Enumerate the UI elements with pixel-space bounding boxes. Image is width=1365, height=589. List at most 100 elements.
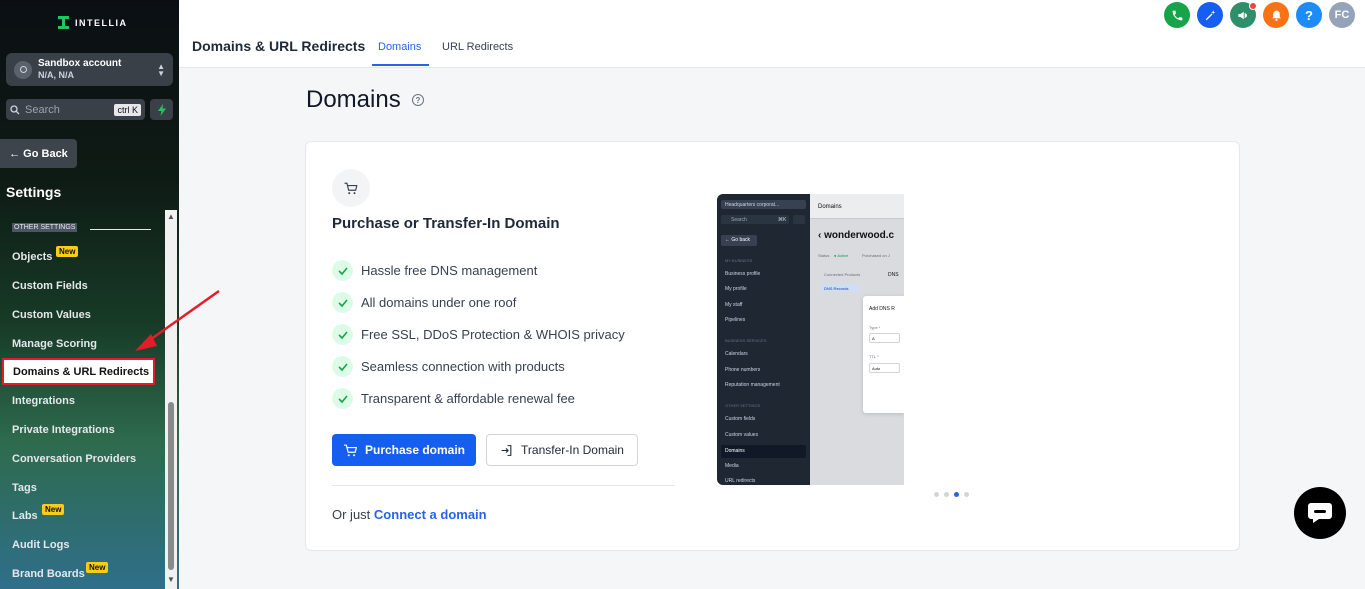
brand-name: INTELLIA [75,17,128,28]
cart-icon [332,169,370,207]
section-divider [90,229,151,230]
ai-assist-button[interactable] [1197,2,1223,28]
scrollbar-thumb[interactable] [168,402,174,570]
header-actions: ? FC [1164,2,1355,28]
scroll-up-icon[interactable]: ▲ [167,212,175,221]
brand-logo[interactable]: INTELLIA [58,16,128,29]
feature-preview-image: Headquarters corporat... Search ⌘K ← Go … [717,194,904,485]
sidebar-search[interactable]: Search ctrl K [6,99,145,120]
chevron-updown-icon: ▲ ▼ [157,61,165,78]
sidebar-item-conversation-providers[interactable]: Conversation Providers [12,453,136,465]
preview-type-label: Type * [869,325,881,330]
preview-go-back: ← Go back [725,237,751,243]
sign-in-icon [501,444,512,456]
phone-button[interactable] [1164,2,1190,28]
purchase-domain-label: Purchase domain [364,443,466,457]
feature-item: Seamless connection with products [332,356,565,377]
sidebar-item-custom-values[interactable]: Custom Values [12,309,91,321]
carousel-dot[interactable] [934,492,939,497]
scroll-down-icon[interactable]: ▼ [167,575,175,584]
account-switcher[interactable]: Sandbox account N/A, N/A ▲ ▼ [6,53,173,86]
preview-section: BUSINESS SERVICES [725,338,767,343]
sidebar-item-label: Manage Scoring [12,338,97,350]
account-sub: N/A, N/A [38,70,74,80]
card-divider [332,485,675,486]
new-badge: New [86,562,109,573]
sidebar-item-labs[interactable]: Labs [12,510,38,522]
connect-domain-text: Or just Connect a domain [332,507,487,522]
section-label-other-settings: OTHER SETTINGS [12,223,78,232]
preview-item: Domains [725,448,745,454]
help-icon: ? [1305,7,1313,23]
quick-action-button[interactable] [150,99,173,120]
feature-label: Transparent & affordable renewal fee [361,391,575,406]
avatar-initials: FC [1334,9,1350,21]
sidebar-item-label: Audit Logs [12,539,70,551]
page-title: Domains [306,86,401,113]
lightning-icon [157,103,166,116]
announcements-button[interactable] [1230,2,1257,28]
tab-domains[interactable]: Domains [378,41,421,53]
carousel-dot-active[interactable] [954,492,959,497]
transfer-in-domain-button[interactable]: Transfer-In Domain [486,434,638,466]
page-header-title: Domains & URL Redirects [192,38,366,54]
sidebar-item-private-integrations[interactable]: Private Integrations [12,424,115,436]
help-button[interactable]: ? [1296,2,1322,28]
account-name: Sandbox account [38,58,122,69]
bell-icon [1271,10,1281,21]
check-icon [332,356,353,377]
sidebar-item-integrations[interactable]: Integrations [12,395,75,407]
magic-wand-icon [1205,9,1215,20]
preview-main: Domains ‹ wonderwood.c Status ● Active P… [810,194,904,485]
check-icon [332,388,353,409]
sidebar-item-label: Custom Values [12,309,91,321]
chat-widget-button[interactable] [1294,487,1346,539]
sidebar-item-audit-logs[interactable]: Audit Logs [12,539,69,551]
question-circle-icon[interactable]: ? [412,94,424,106]
cart-icon [343,444,357,456]
preview-modal-title: Add DNS R [869,306,895,312]
go-back-button[interactable]: ← Go Back [0,139,77,168]
tab-url-redirects[interactable]: URL Redirects [442,41,513,53]
sidebar-item-label: Conversation Providers [12,453,137,465]
chat-bubble-icon [1308,503,1332,523]
sidebar-scrollbar[interactable]: ▲ ▼ [165,210,177,589]
preview-ttl-label: TTL * [869,354,879,359]
sidebar-item-brand-boards[interactable]: Brand Boards [12,568,85,580]
sidebar-item-custom-fields[interactable]: Custom Fields [12,280,88,292]
purchase-domain-button[interactable]: Purchase domain [332,434,476,466]
feature-label: Free SSL, DDoS Protection & WHOIS privac… [361,327,625,342]
preview-item: Custom values [725,432,759,438]
sidebar-item-label: Objects [12,251,53,263]
sidebar-item-objects[interactable]: Objects [12,251,52,263]
arrow-left-icon: ← [9,147,21,160]
carousel-dots [934,492,969,497]
avatar[interactable]: FC [1329,2,1355,28]
sidebar-item-tags[interactable]: Tags [12,482,37,494]
preview-sidebar: Headquarters corporat... Search ⌘K ← Go … [717,194,810,485]
sidebar-item-manage-scoring[interactable]: Manage Scoring [12,338,97,350]
feature-item: Transparent & affordable renewal fee [332,388,575,409]
preview-item: Phone numbers [725,367,761,373]
sidebar-item-label: Tags [12,482,37,494]
carousel-dot[interactable] [944,492,949,497]
search-shortcut: ctrl K [114,103,141,116]
new-badge: New [56,246,79,257]
sidebar: INTELLIA Sandbox account N/A, N/A ▲ ▼ Sea… [0,0,179,589]
sidebar-item-label: Brand Boards [12,568,85,580]
transfer-in-domain-label: Transfer-In Domain [521,443,624,457]
preview-item: Custom fields [725,416,756,422]
preview-search: Search [731,217,747,223]
unread-dot [1249,2,1257,10]
feature-item: Hassle free DNS management [332,260,537,281]
preview-item: URL redirects [725,478,756,484]
notifications-button[interactable] [1263,2,1289,28]
sidebar-item-label: Labs [12,510,38,522]
connect-domain-link[interactable]: Connect a domain [374,507,487,522]
search-icon [10,104,20,114]
carousel-dot[interactable] [964,492,969,497]
sidebar-item-domains-url-redirects[interactable]: Domains & URL Redirects [2,358,155,385]
check-icon [332,260,353,281]
sidebar-item-label: Custom Fields [12,280,88,292]
top-header: Domains & URL Redirects Domains URL Redi… [179,0,1365,68]
